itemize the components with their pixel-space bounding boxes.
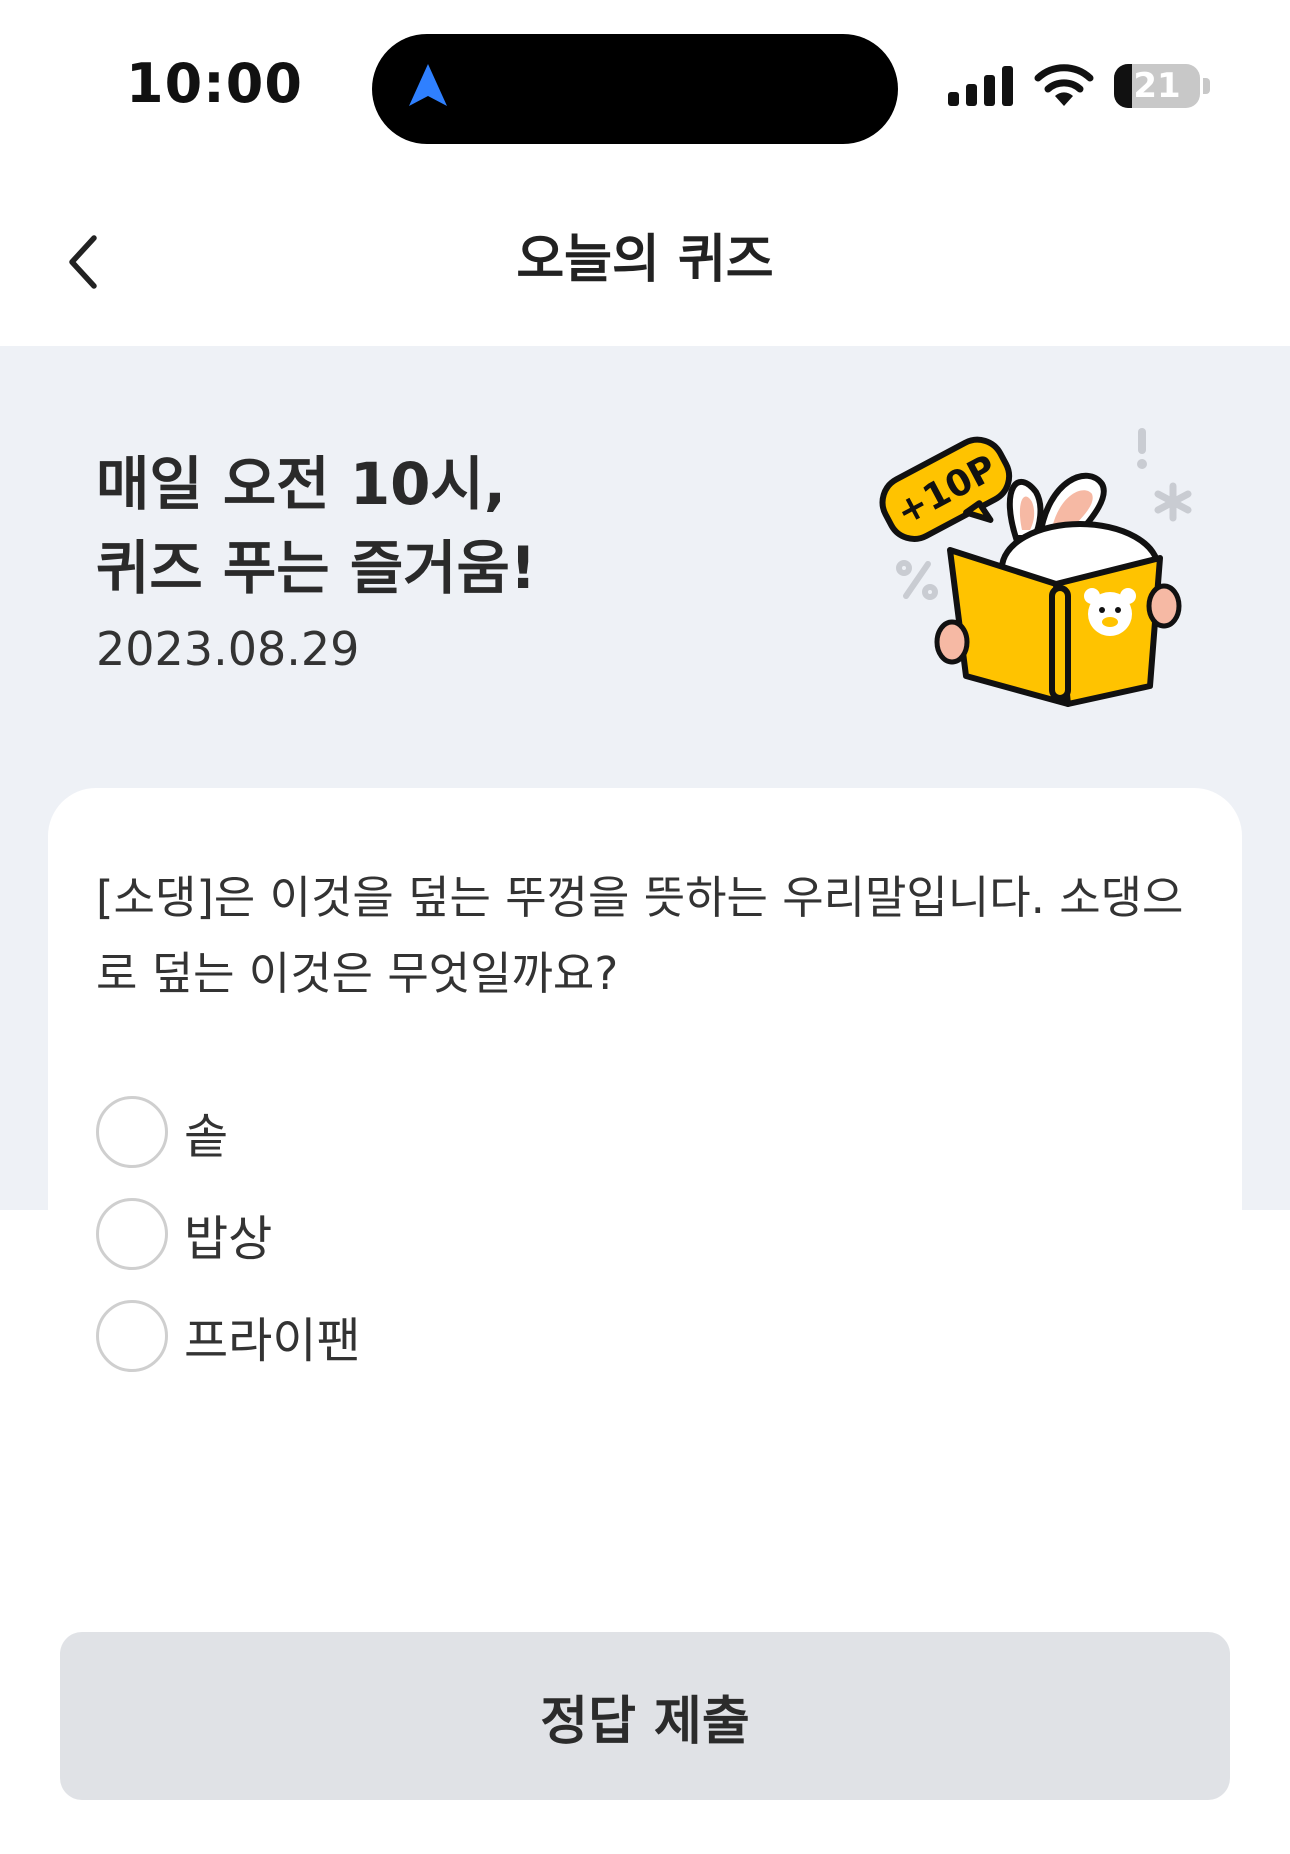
chevron-left-icon (69, 235, 97, 289)
nav-header: 오늘의 퀴즈 (0, 176, 1290, 346)
banner-title-line1: 매일 오전 10시, (96, 450, 506, 518)
option-label: 프라이팬 (184, 1313, 361, 1369)
radio-button[interactable] (96, 1300, 168, 1372)
cellular-signal-icon (948, 66, 1013, 106)
page-title: 오늘의 퀴즈 (516, 230, 774, 290)
quiz-date: 2023.08.29 (96, 622, 360, 676)
wifi-icon (1034, 64, 1094, 106)
banner-title-line2: 퀴즈 푸는 즐거움! (96, 534, 537, 602)
navigation-arrow-icon (409, 64, 447, 106)
option-label: 솥 (184, 1109, 229, 1165)
status-bar: 10:00 21 (0, 0, 1290, 176)
quiz-card: [소댕]은 이것을 덮는 뚜껑을 뜻하는 우리말입니다. 소댕으 로 덮는 이것… (48, 788, 1242, 1748)
question-line1: [소댕]은 이것을 덮는 뚜껑을 뜻하는 우리말입니다. 소댕으 (96, 871, 1184, 924)
option-1[interactable]: 솥 (96, 1094, 228, 1170)
option-3[interactable]: 프라이팬 (96, 1298, 361, 1374)
back-button[interactable] (48, 226, 120, 298)
quiz-question: [소댕]은 이것을 덮는 뚜껑을 뜻하는 우리말입니다. 소댕으 로 덮는 이것… (96, 860, 1206, 1012)
option-label: 밥상 (184, 1211, 273, 1267)
submit-answer-button[interactable]: 정답 제출 (60, 1632, 1230, 1800)
battery-icon: 21 (1114, 62, 1210, 110)
question-line2: 로 덮는 이것은 무엇일까요? (96, 947, 619, 1000)
radio-button[interactable] (96, 1096, 168, 1168)
status-time: 10:00 (126, 52, 303, 115)
reading-bunny-illustration: +10P (879, 428, 1192, 707)
radio-button[interactable] (96, 1198, 168, 1270)
banner-title: 매일 오전 10시, 퀴즈 푸는 즐거움! (96, 442, 536, 610)
option-2[interactable]: 밥상 (96, 1196, 272, 1272)
battery-level: 21 (1133, 66, 1181, 106)
